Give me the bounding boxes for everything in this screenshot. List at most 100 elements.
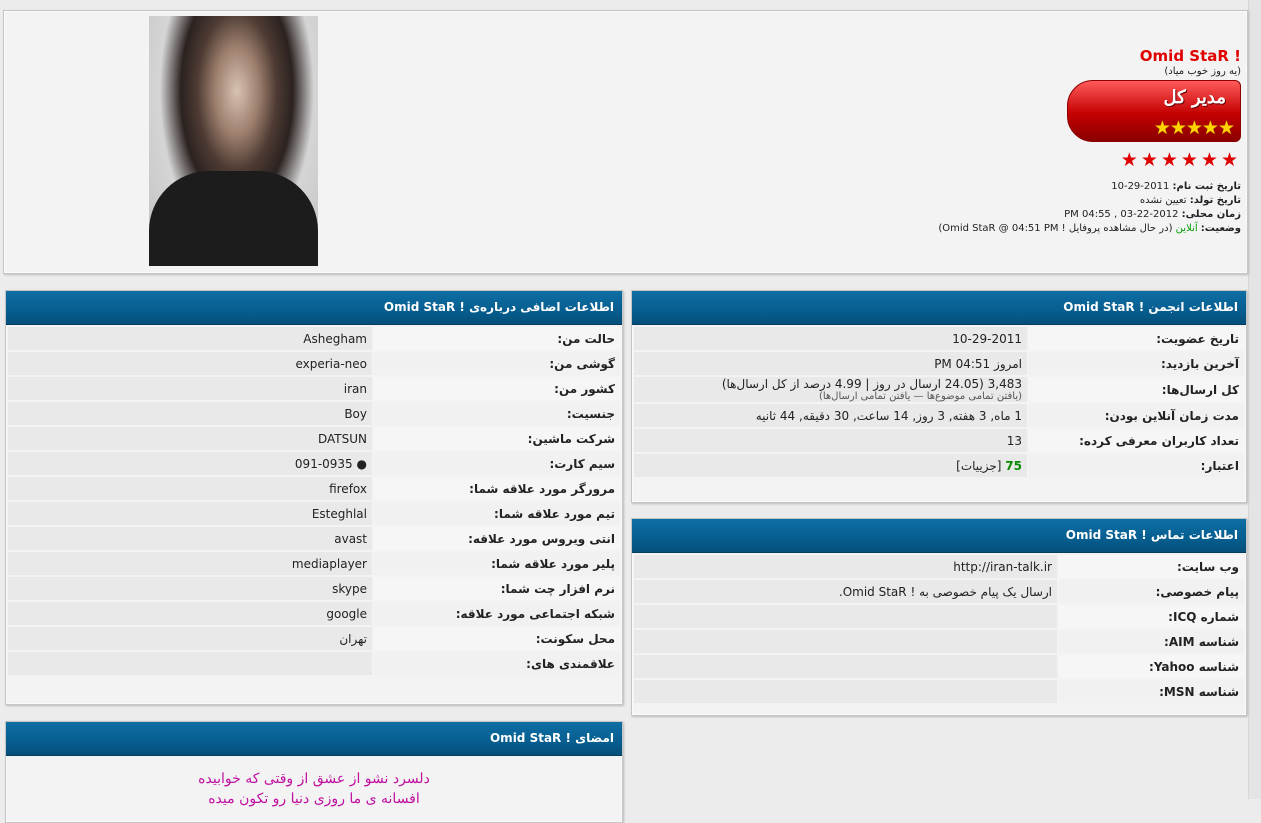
user-title: (یه روز خوب میاد): [1164, 66, 1241, 77]
rank-badge: مدیر کل ★★★★★: [1067, 80, 1241, 142]
signature-panel: امضای ! Omid StaR دلسرد نشو از عشق از وق…: [5, 721, 623, 823]
row-value: امروز 04:51 PM: [634, 352, 1027, 375]
row-label: نرم افزار چت شما:: [374, 577, 620, 600]
row-label: جنسیت:: [374, 402, 620, 425]
table-row: شناسه Yahoo:: [634, 655, 1244, 678]
row-label: شناسه AIM:: [1059, 630, 1244, 653]
row-value: [634, 605, 1057, 628]
row-label: کشور من:: [374, 377, 620, 400]
row-value: Esteghlal: [8, 502, 372, 525]
reputation-details-link[interactable]: [جزییات]: [956, 459, 1001, 473]
row-value: Ashegham: [8, 327, 372, 350]
table-row: کل ارسال‌ها: 3,483 (24.05 ارسال در روز | …: [634, 377, 1244, 402]
contact-info-title: اطلاعات تماس ! Omid StaR: [632, 519, 1246, 553]
table-row: تعداد کاربران معرفی کرده: 13: [634, 429, 1244, 452]
row-value: [8, 652, 372, 675]
row-value: mediaplayer: [8, 552, 372, 575]
row-value: 3,483 (24.05 ارسال در روز | 4.99 درصد از…: [634, 377, 1027, 402]
row-label: تیم مورد علاقه شما:: [374, 502, 620, 525]
row-value: experia-neo: [8, 352, 372, 375]
row-label: حالت من:: [374, 327, 620, 350]
table-row: گوشی من: experia-neo: [8, 352, 620, 375]
row-value: DATSUN: [8, 427, 372, 450]
contact-info-panel: اطلاعات تماس ! Omid StaR وب سایت: http://…: [631, 518, 1247, 716]
birth-date-label: تاریخ تولد:: [1189, 195, 1241, 206]
status-online: آنلاین: [1175, 223, 1198, 234]
rank-label: مدیر کل: [1163, 87, 1227, 108]
row-label: مدت زمان آنلاین بودن:: [1029, 404, 1244, 427]
table-row: نرم افزار چت شما: skype: [8, 577, 620, 600]
reputation-stars-icon: ★★★★★★: [1120, 149, 1241, 171]
row-label: تعداد کاربران معرفی کرده:: [1029, 429, 1244, 452]
row-value: 10-29-2011: [634, 327, 1027, 350]
scrollbar[interactable]: [1248, 0, 1261, 799]
row-label: مرورگر مورد علاقه شما:: [374, 477, 620, 500]
profile-meta: تاریخ ثبت نام: 2011-29-10 تاریخ تولد: تع…: [881, 180, 1241, 236]
row-label: اعتبار:: [1029, 454, 1244, 477]
table-row: تیم مورد علاقه شما: Esteghlal: [8, 502, 620, 525]
signature-text: دلسرد نشو از عشق از وقتی که خوابیده افسا…: [6, 769, 622, 809]
find-posts-link[interactable]: (یافتن تمامی موضوع‌ها — یافتن تمامی ارسا…: [639, 391, 1022, 402]
row-value: iran: [8, 377, 372, 400]
row-value: [634, 630, 1057, 653]
table-row: شرکت ماشین: DATSUN: [8, 427, 620, 450]
row-value: 1 ماه, 3 هفته, 3 روز, 14 ساعت, 30 دقیقه,…: [634, 404, 1027, 427]
status-label: وضعیت:: [1200, 223, 1241, 234]
row-value: ● 091-0935: [8, 452, 372, 475]
website-link[interactable]: http://iran-talk.ir: [634, 555, 1057, 578]
table-row: سیم کارت: ● 091-0935: [8, 452, 620, 475]
status-activity[interactable]: (در حال مشاهده پروفایل ! Omid StaR @ 04:…: [938, 223, 1172, 234]
extra-info-title: اطلاعات اضافی درباره‌ی ! Omid StaR: [6, 291, 622, 325]
row-value: [634, 680, 1057, 703]
row-label: شماره ICQ:: [1059, 605, 1244, 628]
row-label: علاقمندی های:: [374, 652, 620, 675]
row-label: گوشی من:: [374, 352, 620, 375]
row-value: skype: [8, 577, 372, 600]
row-label: شناسه Yahoo:: [1059, 655, 1244, 678]
row-label: انتی ویروس مورد علاقه:: [374, 527, 620, 550]
row-label: سیم کارت:: [374, 452, 620, 475]
table-row: پلیر مورد علاقه شما: mediaplayer: [8, 552, 620, 575]
row-value: 75 [جزییات]: [634, 454, 1027, 477]
table-row: حالت من: Ashegham: [8, 327, 620, 350]
local-time-label: زمان محلی:: [1181, 209, 1241, 220]
row-value: google: [8, 602, 372, 625]
table-row: انتی ویروس مورد علاقه: avast: [8, 527, 620, 550]
rank-stars-icon: ★★★★★: [1153, 117, 1235, 139]
row-label: آخرین بازدید:: [1029, 352, 1244, 375]
table-row: مرورگر مورد علاقه شما: firefox: [8, 477, 620, 500]
forum-info-title: اطلاعات انجمن ! Omid StaR: [632, 291, 1246, 325]
avatar: [149, 16, 318, 266]
row-value: 13: [634, 429, 1027, 452]
birth-date-value: تعیین نشده: [1139, 195, 1187, 206]
username: Omid StaR !: [1139, 47, 1241, 65]
contact-info-table: وب سایت: http://iran-talk.ir پیام خصوصی: ا…: [632, 553, 1246, 705]
row-label: تاریخ عضویت:: [1029, 327, 1244, 350]
table-row: علاقمندی های:: [8, 652, 620, 675]
extra-info-panel: اطلاعات اضافی درباره‌ی ! Omid StaR حالت …: [5, 290, 623, 705]
row-label: پلیر مورد علاقه شما:: [374, 552, 620, 575]
forum-info-table: تاریخ عضویت: 10-29-2011 آخرین بازدید: امرو…: [632, 325, 1246, 479]
private-message-link[interactable]: ارسال یک پیام خصوصی به ! Omid StaR.: [634, 580, 1057, 603]
join-date-value: 2011-29-10: [1111, 181, 1170, 192]
row-label: شرکت ماشین:: [374, 427, 620, 450]
row-label: شناسه MSN:: [1059, 680, 1244, 703]
table-row: شبکه اجتماعی مورد علاقه: google: [8, 602, 620, 625]
reputation-value: 75: [1005, 458, 1022, 473]
row-label: محل سکونت:: [374, 627, 620, 650]
table-row: اعتبار: 75 [جزییات]: [634, 454, 1244, 477]
table-row: پیام خصوصی: ارسال یک پیام خصوصی به ! Omid…: [634, 580, 1244, 603]
signature-line: دلسرد نشو از عشق از وقتی که خوابیده: [198, 771, 430, 787]
profile-header: Omid StaR ! (یه روز خوب میاد) مدیر کل ★★…: [3, 10, 1248, 274]
signature-title: امضای ! Omid StaR: [6, 722, 622, 756]
table-row: آخرین بازدید: امروز 04:51 PM: [634, 352, 1244, 375]
table-row: کشور من: iran: [8, 377, 620, 400]
signature-line: افسانه ی ما روزی دنیا رو تکون میده: [208, 791, 420, 807]
row-value: تهران: [8, 627, 372, 650]
row-label: پیام خصوصی:: [1059, 580, 1244, 603]
row-value: Boy: [8, 402, 372, 425]
table-row: محل سکونت: تهران: [8, 627, 620, 650]
table-row: مدت زمان آنلاین بودن: 1 ماه, 3 هفته, 3 رو…: [634, 404, 1244, 427]
table-row: وب سایت: http://iran-talk.ir: [634, 555, 1244, 578]
row-value: firefox: [8, 477, 372, 500]
